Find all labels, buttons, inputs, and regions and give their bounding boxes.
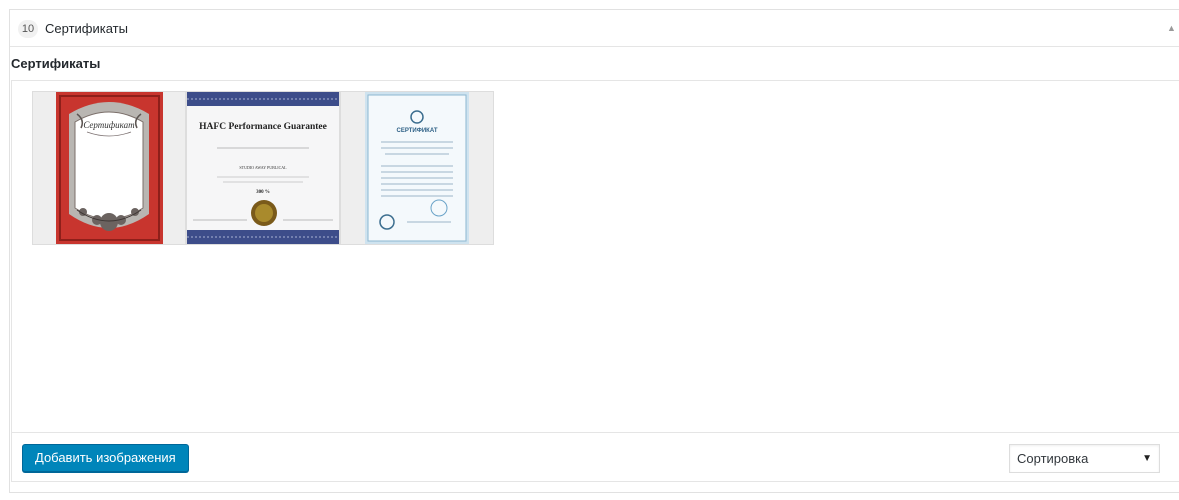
gallery-thumbnail-1[interactable]: Сертификат <box>32 91 186 245</box>
select-arrow-icon: ▼ <box>1142 453 1152 464</box>
panel-header[interactable]: 10 Сертификаты ▲ <box>10 10 1179 47</box>
certificate-script-title: Сертификат <box>83 120 135 130</box>
gallery-toolbar: Добавить изображения Сортировка ▼ <box>11 433 1179 482</box>
gallery-thumbnail-3[interactable]: СЕРТИФИКАТ <box>340 91 494 245</box>
panel-title: Сертификаты <box>45 21 128 36</box>
section-number-badge: 10 <box>18 20 38 38</box>
gallery-thumbnail-2[interactable]: HAFC Performance Guarantee STUDIO AWAY P… <box>186 91 340 245</box>
hafc-subtitle: STUDIO AWAY PUBLICAL <box>239 165 287 170</box>
hafc-title: HAFC Performance Guarantee <box>199 122 327 132</box>
collapse-triangle-icon[interactable]: ▲ <box>1167 22 1176 34</box>
image-gallery: Сертификат HAFC Performance Guarantee ST… <box>11 80 1179 433</box>
certificate-blue-image: СЕРТИФИКАТ <box>341 92 493 244</box>
sort-select[interactable]: Сортировка ▼ <box>1009 444 1160 473</box>
certificate-hafc-image: HAFC Performance Guarantee STUDIO AWAY P… <box>187 92 339 244</box>
gallery-label: Сертификаты <box>11 56 101 71</box>
add-images-button[interactable]: Добавить изображения <box>22 444 189 472</box>
sort-select-label: Сортировка <box>1017 451 1089 466</box>
blue-certificate-title: СЕРТИФИКАТ <box>396 128 437 134</box>
certificate-ornate-image: Сертификат <box>33 92 185 244</box>
hafc-value: 300 % <box>256 190 270 195</box>
